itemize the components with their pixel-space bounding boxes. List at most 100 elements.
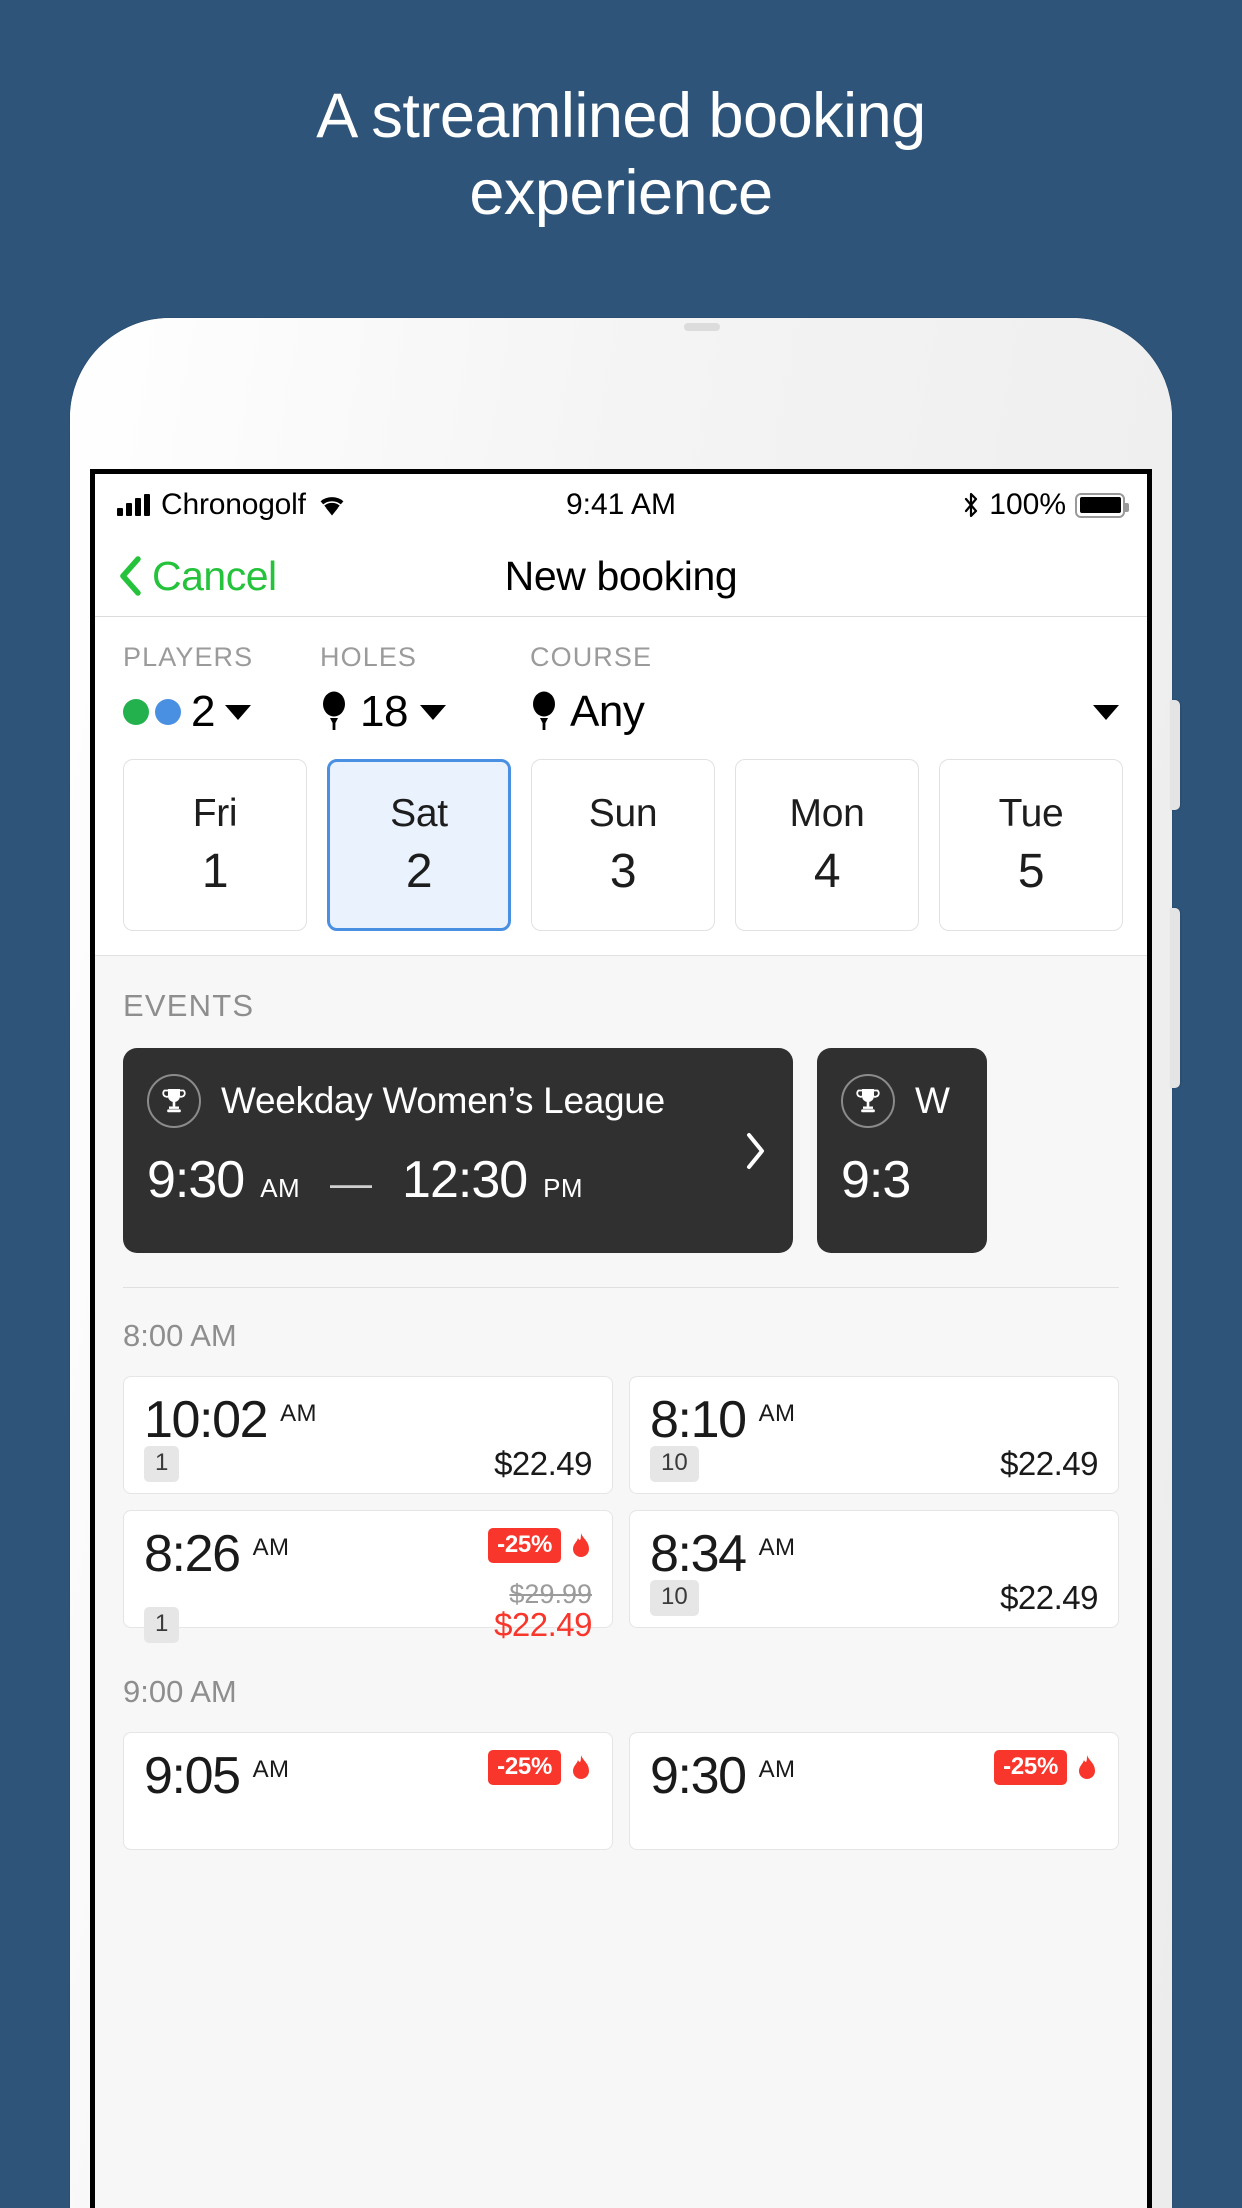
event-start-time: 9:3 [841,1151,911,1209]
navigation-bar: Cancel New booking [95,536,1147,617]
date-chip-mon[interactable]: Mon 4 [735,759,919,931]
cancel-button[interactable]: Cancel [117,553,277,600]
golf-tee-icon [530,691,558,733]
tee-time-value: 8:26 [144,1525,241,1583]
event-card[interactable]: Weekday Women’s League 9:30 AM — 12:30 P… [123,1048,793,1253]
date-day: 1 [201,844,229,898]
filter-label-players: PLAYERS [123,642,254,672]
bluetooth-icon [962,492,980,518]
tee-time-card[interactable]: 9:05 AM -25% [123,1732,613,1850]
tee-time-row: 8:26 AM -25% 1 $29.99 $22.49 8:34 AM 10 … [123,1510,1119,1643]
date-chip-tue[interactable]: Tue 5 [939,759,1123,931]
tee-time-card[interactable]: 8:34 AM 10 $22.49 [629,1510,1119,1628]
cancel-label: Cancel [152,552,277,599]
tee-time-row: 10:02 AM 1 $22.49 8:10 AM 10 $22.49 [123,1376,1119,1494]
tee-time-meridiem: AM [758,1400,796,1427]
event-end-time: 12:30 [402,1151,528,1209]
tee-time-price: $22.49 [1000,1445,1098,1483]
filter-holes-dropdown[interactable]: 18 [320,687,530,737]
tee-time-card[interactable]: 8:26 AM -25% 1 $29.99 $22.49 [123,1510,613,1643]
filter-holes-value: 18 [360,687,408,736]
date-day: 5 [1017,844,1045,898]
tee-time-value: 9:05 [144,1747,241,1805]
phone-screen: Chronogolf 9:41 AM 100% Cancel New booki… [90,469,1152,2208]
discount-badge: -25% [488,1528,561,1563]
tee-time-price: $22.49 [1000,1579,1098,1617]
filter-players-value: 2 [191,687,215,736]
status-bar: Chronogolf 9:41 AM 100% [95,474,1147,536]
battery-percent-label: 100% [989,488,1066,521]
event-time-dash: — [330,1159,373,1206]
tee-time-slots-badge: 10 [650,1446,699,1482]
tee-time-slots-badge: 10 [650,1580,699,1616]
tee-time-slots-badge: 1 [144,1607,180,1643]
tee-time-group: 8:00 AM 10:02 AM 1 $22.49 8:10 AM 10 $22… [95,1288,1147,1643]
signal-icon [117,494,150,516]
filter-bar: PLAYERS HOLES COURSE 2 18 Any [95,617,1147,737]
chevron-down-icon [419,704,446,720]
date-selector[interactable]: Fri 1 Sat 2 Sun 3 Mon 4 Tue 5 [95,737,1147,955]
date-day: 3 [609,844,637,898]
booking-content[interactable]: EVENTS Weekday Women’s League 9:30 AM — … [95,955,1147,2208]
tee-time-group: 9:00 AM 9:05 AM -25% 9:30 AM -25% [95,1644,1147,1850]
filter-label-course: COURSE [530,642,653,672]
page-headline: A streamlined booking experience [0,78,1242,232]
player-dot-green-icon [123,699,149,725]
trophy-icon [841,1074,895,1128]
date-day: 2 [405,844,433,898]
volume-up-button[interactable] [1170,700,1180,810]
tee-time-meridiem: AM [280,1400,317,1427]
headline-line-2: experience [469,157,773,228]
filter-course-dropdown[interactable]: Any [530,687,1119,737]
discount-badge: -25% [488,1750,561,1785]
chevron-down-icon [224,704,251,720]
tee-time-value: 10:02 [144,1391,269,1449]
events-carousel[interactable]: Weekday Women’s League 9:30 AM — 12:30 P… [95,1048,1147,1253]
chevron-down-icon [1093,704,1119,720]
event-end-meridiem: PM [543,1173,583,1203]
date-dow: Fri [192,791,238,835]
tee-time-price: $22.49 [494,1445,592,1483]
carrier-label: Chronogolf [161,488,306,521]
date-chip-fri[interactable]: Fri 1 [123,759,307,931]
tee-time-group-label: 9:00 AM [123,1674,237,1709]
tee-time-meridiem: AM [758,1756,796,1783]
tee-time-value: 8:10 [650,1391,747,1449]
tee-time-card[interactable]: 8:10 AM 10 $22.49 [629,1376,1119,1494]
event-name: W [915,1080,950,1121]
tee-time-card[interactable]: 10:02 AM 1 $22.49 [123,1376,613,1494]
date-chip-sat[interactable]: Sat 2 [327,759,511,931]
flame-icon [1076,1754,1098,1782]
headline-line-1: A streamlined booking [316,81,926,151]
event-name: Weekday Women’s League [221,1080,665,1121]
date-dow: Sat [390,791,448,835]
tee-time-group-label: 8:00 AM [123,1318,237,1353]
tee-time-slots-badge: 1 [144,1446,180,1482]
tee-time-card[interactable]: 9:30 AM -25% [629,1732,1119,1850]
filter-players-dropdown[interactable]: 2 [123,687,320,737]
filter-label-holes: HOLES [320,642,418,672]
chevron-left-icon [117,556,143,596]
date-dow: Mon [789,791,865,835]
date-chip-sun[interactable]: Sun 3 [531,759,715,931]
tee-time-original-price: $29.99 [509,1579,592,1609]
phone-device: Chronogolf 9:41 AM 100% Cancel New booki… [70,318,1180,2208]
player-dot-blue-icon [155,699,181,725]
tee-time-meridiem: AM [252,1534,290,1561]
filter-course-value: Any [570,687,645,736]
tee-time-meridiem: AM [758,1534,796,1561]
date-dow: Sun [588,791,658,835]
volume-down-button[interactable] [1170,908,1180,1088]
tee-time-meridiem: AM [252,1756,290,1783]
event-card[interactable]: W 9:3 [817,1048,987,1253]
event-start-meridiem: AM [260,1173,301,1203]
events-section-title: EVENTS [123,988,255,1023]
date-day: 4 [813,844,841,898]
date-dow: Tue [998,791,1064,835]
wifi-icon [317,493,347,517]
discount-badge: -25% [994,1750,1067,1785]
battery-icon [1075,492,1129,518]
trophy-icon [147,1074,201,1128]
tee-time-value: 8:34 [650,1525,747,1583]
event-start-time: 9:30 [147,1151,245,1209]
